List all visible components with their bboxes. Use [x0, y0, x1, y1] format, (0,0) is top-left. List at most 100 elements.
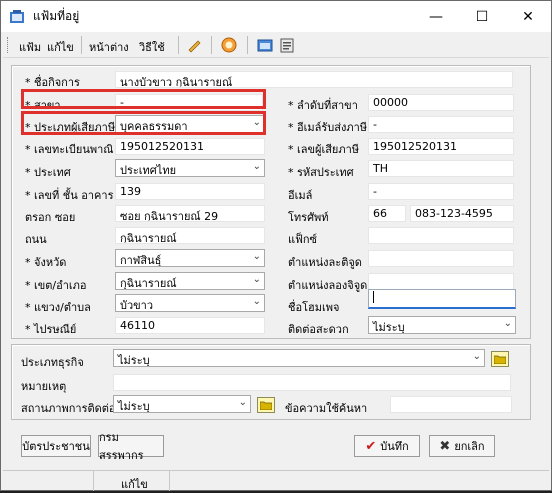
- email-label: อีเมล์: [288, 189, 313, 202]
- district-label: * เขต/อำเภอ: [25, 279, 87, 292]
- district-value: กุฉินารายณ์: [120, 277, 177, 290]
- minimize-button[interactable]: —: [413, 1, 459, 32]
- soi-label: ตรอก ซอย: [25, 211, 76, 224]
- zip-field[interactable]: 46110: [115, 317, 265, 334]
- search-text-label: ข้อความใช้ค้นหา: [285, 402, 368, 415]
- province-select[interactable]: กาฬสินธุ์ ⌄: [115, 249, 265, 267]
- branch-no-label: * ลำดับที่สาขา: [288, 99, 358, 112]
- longitude-label: ตำแหน่งลองจิจูด: [288, 279, 368, 292]
- phone-area-field[interactable]: 66: [368, 205, 406, 222]
- country-code-field[interactable]: TH: [368, 160, 514, 177]
- note-field[interactable]: [113, 374, 511, 391]
- subdistrict-select[interactable]: บัวขาว ⌄: [115, 294, 265, 312]
- house-no-field[interactable]: 139: [115, 183, 265, 200]
- chevron-down-icon[interactable]: ⌄: [253, 251, 261, 262]
- delivery-email-field[interactable]: -: [368, 116, 514, 133]
- text-cursor: [373, 291, 374, 303]
- window-title: แฟ้มที่อยู่: [33, 9, 80, 23]
- window-icon[interactable]: [257, 37, 273, 53]
- status-bar: แก้ไข: [3, 470, 549, 491]
- target-icon[interactable]: [221, 37, 237, 53]
- business-type-label: ประเภทธุรกิจ: [21, 356, 84, 369]
- civil-id-label: * เลขทะเบียนพาณิชย์: [25, 143, 113, 156]
- contact-status-label: สถานภาพการติดต่อ: [21, 402, 116, 415]
- app-icon: [10, 9, 24, 23]
- contact-pref-value: ไม่ระบุ: [373, 321, 405, 334]
- road-field[interactable]: กุฉินารายณ์: [115, 227, 265, 244]
- contact-pref-select[interactable]: ไม่ระบุ ⌄: [368, 316, 516, 334]
- company-name-field[interactable]: นางบัวขาว กุฉินารายณ์: [115, 71, 513, 88]
- tax-id-label: * เลขผู้เสียภาษี: [288, 143, 360, 156]
- search-text-field[interactable]: [390, 396, 512, 413]
- subdistrict-value: บัวขาว: [120, 299, 154, 312]
- country-label: * ประเทศ: [25, 166, 71, 179]
- country-select[interactable]: ประเทศไทย ⌄: [115, 159, 265, 177]
- latitude-field[interactable]: [368, 250, 514, 267]
- fax-label: แฟ็กซ์: [288, 233, 318, 246]
- address-file-window: แฟ้มที่อยู่ — ☐ ✕ แฟ้ม แก้ไข หน้าต่าง วิ…: [0, 0, 552, 491]
- title-bar: แฟ้มที่อยู่ — ☐ ✕: [1, 1, 551, 32]
- help-book-icon[interactable]: [279, 37, 295, 53]
- note-label: หมายเหตุ: [21, 380, 67, 393]
- x-icon: ✖: [439, 438, 451, 454]
- taxpayer-type-highlight-box: [21, 111, 266, 135]
- id-card-button[interactable]: บัตรประชาชน: [21, 435, 91, 457]
- save-button[interactable]: ✔ บันทึก: [354, 435, 420, 457]
- soi-field[interactable]: ซอย กุฉินารายณ์ 29: [115, 205, 265, 222]
- business-type-value: ไม่ระบุ: [118, 354, 150, 367]
- menu-file[interactable]: แฟ้ม: [19, 38, 41, 56]
- pencil-icon[interactable]: [187, 37, 203, 53]
- chevron-down-icon[interactable]: ⌄: [473, 351, 481, 362]
- menu-window[interactable]: หน้าต่าง: [89, 38, 129, 56]
- business-type-folder-button[interactable]: [491, 351, 509, 367]
- email-field[interactable]: -: [368, 183, 514, 200]
- business-type-select[interactable]: ไม่ระบุ ⌄: [113, 349, 485, 367]
- province-value: กาฬสินธุ์: [120, 254, 162, 267]
- folder-icon: [494, 355, 506, 364]
- menu-toolbar: แฟ้ม แก้ไข หน้าต่าง วิธีใช้: [3, 32, 549, 58]
- save-button-label: บันทึก: [380, 440, 409, 453]
- branch-highlight-box: [21, 89, 266, 109]
- district-select[interactable]: กุฉินารายณ์ ⌄: [115, 272, 265, 290]
- contact-status-select[interactable]: ไม่ระบุ ⌄: [113, 395, 251, 413]
- civil-id-field[interactable]: 195012520131: [115, 138, 265, 155]
- menu-separator: [178, 36, 179, 54]
- close-button[interactable]: ✕: [505, 1, 551, 32]
- contact-status-value: ไม่ระบุ: [118, 400, 150, 413]
- chevron-down-icon[interactable]: ⌄: [253, 296, 261, 307]
- chevron-down-icon[interactable]: ⌄: [504, 318, 512, 329]
- maximize-button[interactable]: ☐: [459, 1, 505, 32]
- chevron-down-icon[interactable]: ⌄: [253, 274, 261, 285]
- contact-pref-label: ติดต่อสะดวก: [288, 323, 349, 336]
- chevron-down-icon[interactable]: ⌄: [253, 161, 261, 172]
- fax-field[interactable]: [368, 227, 514, 244]
- phone-label: โทรศัพท์: [288, 211, 329, 224]
- menu-separator: [81, 36, 82, 54]
- menu-edit[interactable]: แก้ไข: [47, 38, 74, 56]
- cancel-button[interactable]: ✖ ยกเลิก: [429, 435, 495, 457]
- homepage-field[interactable]: [368, 289, 516, 309]
- chevron-down-icon[interactable]: ⌄: [239, 397, 247, 408]
- house-no-label: * เลขที่ ชั้น อาคาร: [25, 189, 114, 202]
- road-label: ถนน: [25, 233, 47, 246]
- menu-help[interactable]: วิธีใช้: [139, 38, 165, 56]
- longitude-field[interactable]: [368, 273, 514, 290]
- province-label: * จังหวัด: [25, 256, 67, 269]
- menu-separator: [211, 36, 212, 54]
- contact-status-folder-button[interactable]: [257, 397, 275, 413]
- tax-id-field[interactable]: 195012520131: [368, 138, 514, 155]
- folder-icon: [260, 401, 272, 410]
- phone-field[interactable]: 083-123-4595: [410, 205, 514, 222]
- status-divider: [169, 471, 170, 491]
- homepage-label: ชื่อโฮมเพจ: [288, 301, 340, 314]
- zip-label: * ไปรษณีย์: [25, 323, 77, 336]
- status-divider: [93, 471, 94, 491]
- branch-no-field[interactable]: 00000: [368, 94, 514, 111]
- check-icon: ✔: [365, 438, 377, 454]
- country-value: ประเทศไทย: [120, 164, 177, 177]
- country-code-label: * รหัสประเทศ: [288, 166, 354, 179]
- cancel-button-label: ยกเลิก: [454, 440, 485, 453]
- toolbar-grip[interactable]: [7, 37, 9, 53]
- revenue-dept-button[interactable]: กรมสรรพากร: [98, 431, 164, 462]
- status-mode: แก้ไข: [121, 478, 148, 491]
